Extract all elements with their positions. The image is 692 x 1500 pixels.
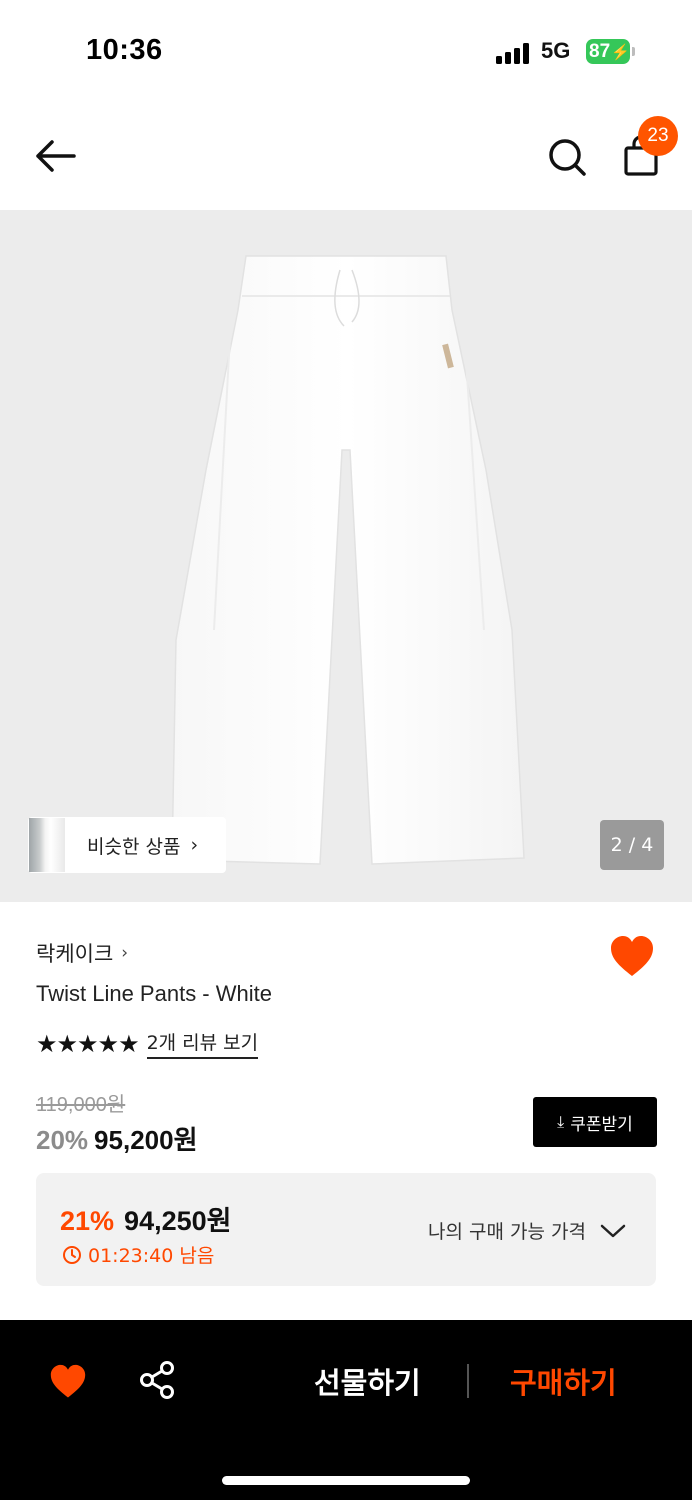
share-button[interactable] [138, 1360, 176, 1400]
gift-button[interactable]: 선물하기 [314, 1360, 421, 1402]
brand-name: 락케이크 [36, 942, 114, 966]
network-type: 5G [541, 38, 571, 63]
cart-count-badge: 23 [638, 116, 678, 156]
chevron-right-icon: › [121, 943, 129, 963]
search-icon [549, 139, 586, 176]
pants-image [171, 255, 525, 865]
image-page-indicator: 2 / 4 [600, 820, 664, 870]
my-price: 94,250원 [124, 1206, 232, 1236]
bottom-action-bar: 선물하기 구매하기 [0, 1320, 692, 1500]
bottom-like-button[interactable] [48, 1364, 88, 1400]
back-button[interactable] [30, 136, 82, 176]
brand-link[interactable]: 락케이크 › [36, 938, 128, 968]
heart-icon [50, 1364, 86, 1398]
my-price-toggle-label: 나의 구매 가능 가격 [428, 1221, 586, 1243]
signal-icon [496, 42, 532, 64]
countdown-timer: 01:23:40 남음 [88, 1245, 215, 1267]
product-image[interactable] [0, 210, 692, 902]
product-name: Twist Line Pants - White [36, 981, 272, 1006]
share-icon [140, 1361, 174, 1399]
my-price-toggle[interactable]: 나의 구매 가능 가격 [428, 1217, 626, 1244]
battery-icon: 87 ⚡ [586, 39, 630, 64]
home-indicator[interactable] [222, 1476, 470, 1485]
search-button[interactable] [544, 134, 590, 180]
arrow-left-icon [36, 140, 76, 172]
status-time: 10:36 [86, 34, 163, 66]
divider [467, 1364, 469, 1398]
like-button[interactable] [608, 934, 656, 980]
charging-icon: ⚡ [611, 43, 630, 61]
chevron-right-icon: › [190, 834, 199, 856]
similar-products-button[interactable]: 비슷한 상품 › [28, 817, 226, 873]
review-link[interactable]: 2개 리뷰 보기 [146, 1028, 259, 1059]
heart-icon [611, 936, 653, 976]
top-navigation [0, 100, 692, 210]
my-price-row: 21% 94,250원 [60, 1199, 231, 1238]
similar-product-thumbnail [29, 818, 65, 872]
buy-button[interactable]: 구매하기 [510, 1360, 617, 1402]
coupon-label: 쿠폰받기 [570, 1114, 633, 1135]
download-icon: ⤓ [557, 1112, 565, 1131]
rating-row: ★★★★★ 2개 리뷰 보기 [36, 1028, 259, 1059]
status-bar: 10:36 5G 87 ⚡ [0, 0, 692, 100]
my-price-panel[interactable]: 21% 94,250원 01:23:40 남음 나의 구매 가능 가격 [36, 1173, 656, 1286]
coupon-button[interactable]: ⤓ 쿠폰받기 [533, 1097, 657, 1147]
timer-row: 01:23:40 남음 [62, 1241, 214, 1268]
similar-products-label: 비슷한 상품 [87, 835, 181, 858]
original-price: 119,000원 [36, 1094, 126, 1116]
star-rating-icon: ★★★★★ [36, 1029, 140, 1058]
sale-price: 95,200원 [94, 1125, 198, 1155]
my-discount-rate: 21% [60, 1206, 115, 1236]
clock-icon [63, 1245, 81, 1264]
discount-rate: 20% [36, 1125, 89, 1155]
chevron-down-icon [600, 1224, 626, 1237]
sale-price-row: 20% 95,200원 [36, 1120, 198, 1157]
battery-cap [632, 47, 635, 56]
battery-level: 87 [589, 40, 611, 62]
